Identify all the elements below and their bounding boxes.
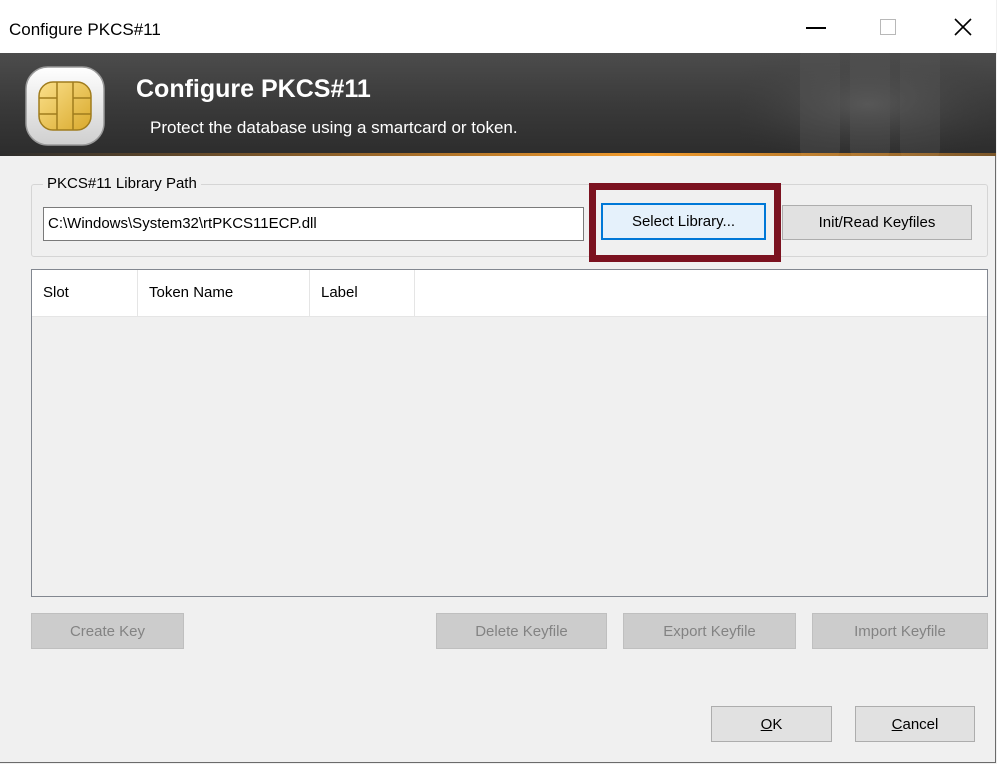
close-button[interactable] — [933, 0, 993, 53]
library-path-group-label: PKCS#11 Library Path — [43, 175, 201, 192]
column-header-token-name[interactable]: Token Name — [138, 270, 310, 316]
token-list-header: Slot Token Name Label — [32, 270, 987, 317]
cancel-button[interactable]: Cancel — [855, 706, 975, 742]
title-bar: Configure PKCS#11 — [0, 0, 996, 53]
select-library-button[interactable]: Select Library... — [601, 203, 766, 240]
import-keyfile-button[interactable]: Import Keyfile — [812, 613, 988, 649]
maximize-icon — [880, 18, 896, 35]
minimize-icon — [806, 27, 826, 29]
delete-keyfile-button[interactable]: Delete Keyfile — [436, 613, 607, 649]
close-icon — [954, 17, 972, 36]
create-key-button[interactable]: Create Key — [31, 613, 184, 649]
banner-accent-line — [0, 153, 996, 156]
configure-pkcs11-dialog: Configure PKCS#11 Configure PKCS#11 Prot… — [0, 0, 996, 763]
column-header-label[interactable]: Label — [310, 270, 415, 316]
ok-button[interactable]: OK — [711, 706, 832, 742]
library-path-input[interactable]: C:\Windows\System32\rtPKCS11ECP.dll — [43, 207, 584, 241]
ok-label-rest: K — [772, 715, 783, 733]
ok-mnemonic: O — [760, 715, 773, 733]
init-read-keyfiles-button[interactable]: Init/Read Keyfiles — [782, 205, 972, 240]
banner-title: Configure PKCS#11 — [136, 75, 371, 103]
header-banner: Configure PKCS#11 Protect the database u… — [0, 53, 996, 156]
cancel-mnemonic: C — [891, 715, 903, 733]
minimize-button[interactable] — [786, 0, 846, 53]
cancel-label-rest: ancel — [902, 715, 939, 733]
smartcard-chip-icon — [25, 66, 105, 146]
maximize-button[interactable] — [858, 0, 918, 53]
window-title: Configure PKCS#11 — [9, 20, 161, 39]
token-list[interactable]: Slot Token Name Label — [31, 269, 988, 597]
banner-subtitle: Protect the database using a smartcard o… — [150, 118, 518, 137]
banner-decoration — [740, 53, 996, 156]
export-keyfile-button[interactable]: Export Keyfile — [623, 613, 796, 649]
column-header-slot[interactable]: Slot — [32, 270, 138, 316]
